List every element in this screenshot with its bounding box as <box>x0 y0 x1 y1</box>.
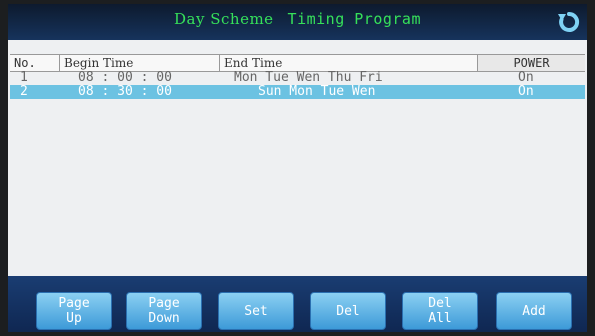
row-power: On <box>518 70 534 85</box>
del-all-label-1: Del <box>428 296 452 311</box>
row-power: On <box>518 84 534 99</box>
row-begin-time: 08 : 30 : 00 <box>78 84 172 99</box>
set-label: Set <box>244 303 268 319</box>
del-all-label-2: All <box>428 311 452 326</box>
row-begin-time: 08 : 00 : 00 <box>78 70 172 85</box>
title-day-scheme: Day Scheme <box>174 10 274 28</box>
add-label: Add <box>522 303 546 319</box>
set-button[interactable]: Set <box>218 292 294 330</box>
schedule-table: No. Begin Time End Time POWER 1 08 : 00 … <box>8 40 587 276</box>
back-button[interactable] <box>557 10 581 34</box>
title-bar: Day Scheme Timing Program <box>8 4 587 40</box>
del-button[interactable]: Del <box>310 292 386 330</box>
page-up-label-2: Up <box>66 311 82 326</box>
page-up-button[interactable]: Page Up <box>36 292 112 330</box>
page-down-label-1: Page <box>148 296 180 311</box>
page-down-label-2: Down <box>148 311 180 326</box>
column-header-no: No. <box>10 55 60 71</box>
table-row[interactable]: 1 08 : 00 : 00 Mon Tue Wen Thu Fri On <box>10 71 585 85</box>
del-label: Del <box>336 303 360 319</box>
title-timing-program: Timing Program <box>287 10 421 28</box>
column-header-begin-time: Begin Time <box>60 55 220 71</box>
column-header-power: POWER <box>478 55 585 71</box>
add-button[interactable]: Add <box>496 292 572 330</box>
row-number: 1 <box>20 70 28 85</box>
page-title: Day Scheme Timing Program <box>8 10 587 28</box>
button-bar: Page Up Page Down Set Del Del All Add <box>8 276 587 332</box>
del-all-button[interactable]: Del All <box>402 292 478 330</box>
row-end-time: Mon Tue Wen Thu Fri <box>234 70 383 85</box>
row-number: 2 <box>20 84 28 99</box>
row-end-time: Sun Mon Tue Wen <box>258 84 376 99</box>
page-up-label-1: Page <box>58 296 90 311</box>
column-header-end-time: End Time <box>220 55 478 71</box>
screen: Day Scheme Timing Program No. Begin Time … <box>8 4 587 332</box>
refresh-back-icon <box>558 11 580 32</box>
table-row-selected[interactable]: 2 08 : 30 : 00 Sun Mon Tue Wen On <box>10 85 585 99</box>
page-down-button[interactable]: Page Down <box>126 292 202 330</box>
